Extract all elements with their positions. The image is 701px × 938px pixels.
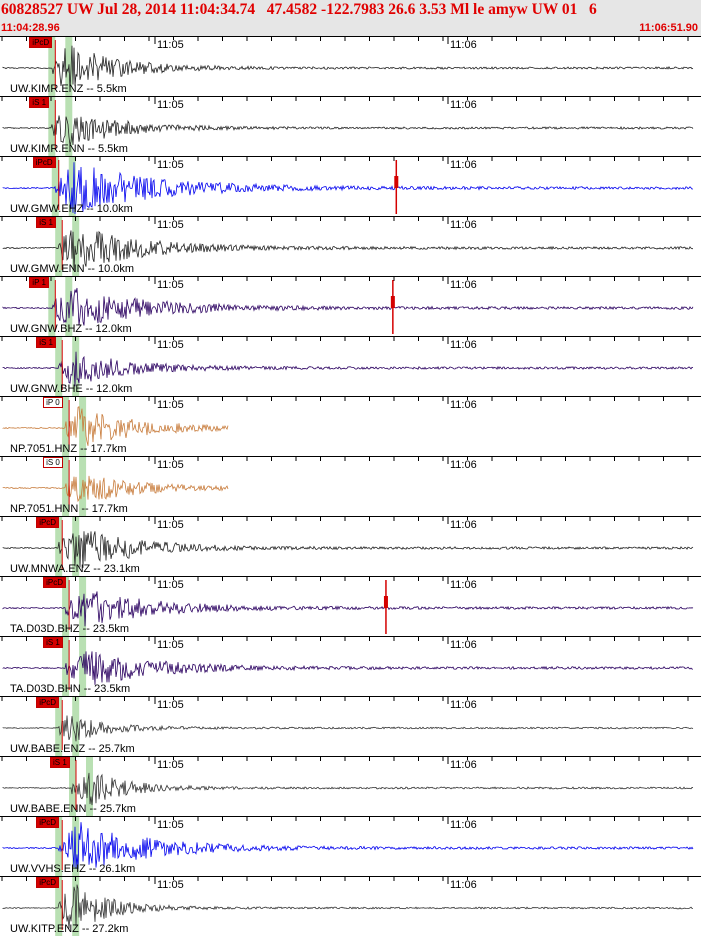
station-label: UW.VVHS.EHZ -- 26.1km	[10, 863, 136, 875]
phase-pick-flag[interactable]: iS 1	[50, 757, 70, 768]
station-label: UW.MNWA.ENZ -- 23.1km	[10, 563, 140, 575]
station-label: TA.D03D.BHN -- 23.5km	[10, 683, 131, 695]
station-label: UW.BABE.ENZ -- 25.7km	[10, 743, 135, 755]
channel-panel[interactable]: 11:05 11:06 iPcD UW.MNWA.ENZ -- 23.1km	[0, 516, 701, 576]
phase-pick-flag[interactable]: iS 0	[43, 457, 63, 468]
time-tick-label: 11:05	[156, 579, 185, 591]
phase-pick-flag[interactable]: iP 1	[29, 277, 49, 288]
station-label: NP.7051.HNZ -- 17.7km	[10, 443, 127, 455]
time-tick-label: 11:06	[449, 339, 478, 351]
time-start: 11:04:28.96	[1, 22, 60, 34]
time-tick-label: 11:05	[156, 519, 185, 531]
time-tick-label: 11:05	[156, 39, 185, 51]
station-label: UW.GMW.EHZ -- 10.0km	[10, 203, 133, 215]
phase-pick-flag[interactable]: iPcD	[36, 877, 60, 888]
channel-panel[interactable]: 11:05 11:06 iS 1 UW.GNW.BHE -- 12.0km	[0, 336, 701, 396]
waveform-trace	[2, 772, 694, 806]
station-label: UW.BABE.ENN -- 25.7km	[10, 803, 136, 815]
time-tick-label: 11:05	[156, 159, 185, 171]
channel-panel[interactable]: 11:05 11:06 iP 1 UW.GNW.BHZ -- 12.0km	[0, 276, 701, 336]
waveform-trace	[2, 475, 229, 503]
station-label: UW.KITP.ENZ -- 27.2km	[10, 923, 129, 935]
phase-pick-flag[interactable]: iPcD	[36, 697, 60, 708]
time-tick-label: 11:05	[156, 339, 185, 351]
time-tick-label: 11:06	[449, 879, 478, 891]
phase-pick-flag[interactable]: iS 1	[43, 637, 63, 648]
phase-pick-flag[interactable]: iPcD	[36, 817, 60, 828]
event-header: 60828527 UW Jul 28, 2014 11:04:34.74 47.…	[0, 0, 701, 36]
time-tick-label: 11:06	[449, 579, 478, 591]
time-tick-label: 11:06	[449, 759, 478, 771]
phase-pick-flag[interactable]: iS 1	[36, 217, 56, 228]
waveform-trace	[2, 591, 694, 627]
station-label: TA.D03D.BHZ -- 23.5km	[10, 623, 129, 635]
waveform-trace	[2, 651, 693, 685]
waveform-trace	[2, 351, 694, 387]
time-tick-label: 11:06	[449, 159, 478, 171]
station-label: UW.KIMR.ENZ -- 5.5km	[10, 83, 127, 95]
phase-pick-flag[interactable]: iPcD	[36, 517, 60, 528]
phase-pick-flag[interactable]: iP 0	[43, 397, 63, 408]
station-label: UW.GNW.BHZ -- 12.0km	[10, 323, 132, 335]
station-label: NP.7051.HNN -- 17.7km	[10, 503, 128, 515]
waveform-trace	[2, 406, 229, 446]
time-tick-label: 11:05	[156, 219, 185, 231]
channel-panel[interactable]: 11:05 11:06 iPcD UW.KIMR.ENZ -- 5.5km	[0, 36, 701, 96]
time-tick-label: 11:06	[449, 279, 478, 291]
time-tick-label: 11:06	[449, 699, 478, 711]
time-tick-label: 11:05	[156, 399, 185, 411]
waveform-trace	[2, 884, 694, 929]
time-tick-label: 11:05	[156, 819, 185, 831]
channel-panel[interactable]: 11:05 11:06 iPcD UW.BABE.ENZ -- 25.7km	[0, 696, 701, 756]
time-tick-label: 11:05	[156, 279, 185, 291]
time-tick-label: 11:06	[449, 39, 478, 51]
channel-panel[interactable]: 11:05 11:06 iS 1 UW.KIMR.ENN -- 5.5km	[0, 96, 701, 156]
station-label: UW.GMW.ENN -- 10.0km	[10, 263, 135, 275]
time-tick-label: 11:05	[156, 699, 185, 711]
station-label: UW.GNW.BHE -- 12.0km	[10, 383, 133, 395]
station-label: UW.KIMR.ENN -- 5.5km	[10, 143, 128, 155]
waveform-trace	[2, 715, 694, 742]
channel-panel[interactable]: 11:05 11:06 iS 0 NP.7051.HNN -- 17.7km	[0, 456, 701, 516]
time-tick-label: 11:06	[449, 639, 478, 651]
time-tick-label: 11:06	[449, 219, 478, 231]
channel-panel[interactable]: 11:05 11:06 iS 1 TA.D03D.BHN -- 23.5km	[0, 636, 701, 696]
phase-pick-flag[interactable]: iS 1	[29, 97, 50, 108]
phase-pick-flag[interactable]: iPcD	[43, 577, 66, 588]
channel-panel[interactable]: 11:05 11:06 iP 0 NP.7051.HNZ -- 17.7km	[0, 396, 701, 456]
time-tick-label: 11:06	[449, 519, 478, 531]
time-tick-label: 11:05	[156, 879, 185, 891]
channel-panel[interactable]: 11:05 11:06 iPcD UW.VVHS.EHZ -- 26.1km	[0, 816, 701, 876]
waveform-panels: 11:05 11:06 iPcD UW.KIMR.ENZ -- 5.5km 11:05 1…	[0, 36, 701, 938]
waveform-trace	[2, 115, 694, 146]
channel-panel[interactable]: 11:05 11:06 iS 1 UW.GMW.ENN -- 10.0km	[0, 216, 701, 276]
time-tick-label: 11:06	[449, 819, 478, 831]
time-tick-label: 11:05	[156, 759, 185, 771]
time-tick-label: 11:05	[156, 639, 185, 651]
phase-pick-flag[interactable]: iPcD	[32, 157, 56, 168]
time-end: 11:06:51.90	[639, 22, 698, 34]
time-tick-label: 11:05	[156, 99, 185, 111]
phase-pick-flag[interactable]: iS 1	[36, 337, 56, 348]
waveform-trace	[2, 287, 694, 326]
waveform-trace	[2, 822, 694, 869]
time-tick-label: 11:06	[449, 99, 478, 111]
channel-panel[interactable]: 11:05 11:06 iPcD UW.KITP.ENZ -- 27.2km	[0, 876, 701, 936]
channel-panel[interactable]: 11:05 11:06 iPcD UW.GMW.EHZ -- 10.0km	[0, 156, 701, 216]
time-tick-label: 11:05	[156, 459, 185, 471]
channel-panel[interactable]: 11:05 11:06 iPcD TA.D03D.BHZ -- 23.5km	[0, 576, 701, 636]
event-title: 60828527 UW Jul 28, 2014 11:04:34.74 47.…	[1, 1, 597, 18]
time-tick-label: 11:06	[449, 399, 478, 411]
time-tick-label: 11:06	[449, 459, 478, 471]
phase-pick-flag[interactable]: iPcD	[29, 37, 53, 48]
channel-panel[interactable]: 11:05 11:06 iS 1 UW.BABE.ENN -- 25.7km	[0, 756, 701, 816]
